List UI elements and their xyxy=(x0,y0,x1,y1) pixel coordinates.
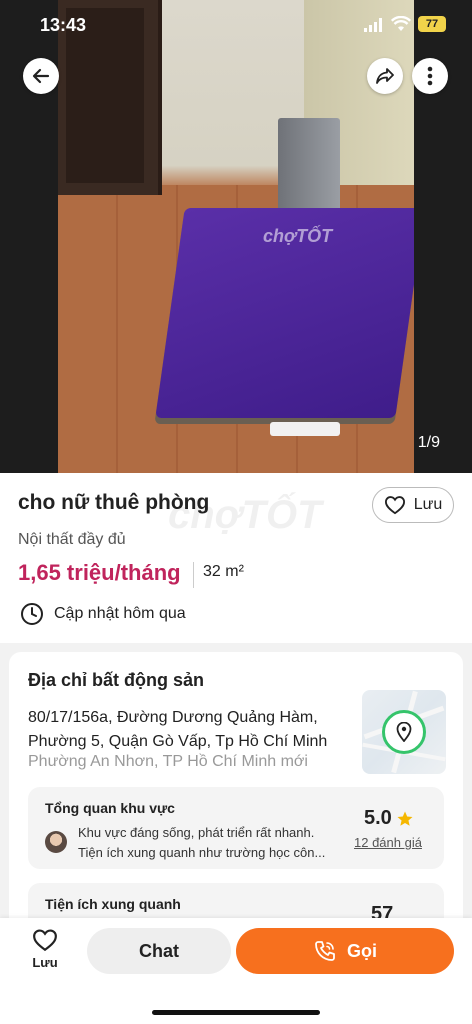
rating-count-link[interactable]: 12 đánh giá xyxy=(354,835,422,850)
room-photo: chợTỐT xyxy=(58,0,414,473)
status-bar: 13:43 77 xyxy=(0,0,472,50)
arrow-left-icon xyxy=(32,68,50,84)
bottom-action-bar: Lưu Chat Gọi xyxy=(0,918,472,1024)
photo-watermark: chợTỐT xyxy=(263,226,333,246)
call-button[interactable]: Gọi xyxy=(236,928,454,974)
more-vertical-icon xyxy=(427,66,433,86)
share-button[interactable] xyxy=(367,58,403,94)
rating-value: 5.0 xyxy=(364,807,392,829)
bottom-save-label: Lưu xyxy=(32,955,58,970)
battery-indicator: 77 xyxy=(418,16,446,32)
status-time: 13:43 xyxy=(40,15,87,35)
listing-title: cho nữ thuê phòng xyxy=(18,491,210,514)
save-listing-button[interactable]: Lưu xyxy=(372,487,454,523)
call-label: Gọi xyxy=(347,940,377,961)
back-button[interactable] xyxy=(23,58,59,94)
updated-text: Cập nhật hôm qua xyxy=(54,605,186,622)
updated-row: Cập nhật hôm qua xyxy=(20,602,186,626)
new-address-text: Phường An Nhơn, TP Hồ Chí Minh mới xyxy=(28,753,308,770)
clock-icon xyxy=(21,603,43,625)
listing-area: 32 m² xyxy=(203,563,244,580)
listing-info: chợTỐT cho nữ thuê phòng Lưu Nội thất đầ… xyxy=(0,473,472,643)
more-options-button[interactable] xyxy=(412,58,448,94)
area-overview-card[interactable]: Tổng quan khu vực Khu vực đáng sống, phá… xyxy=(28,787,444,869)
address-card: Địa chỉ bất động sản 80/17/156a, Đường D… xyxy=(9,652,463,963)
listing-subtitle: Nội thất đầy đủ xyxy=(18,531,126,548)
home-indicator xyxy=(152,1010,320,1015)
signal-icon xyxy=(364,18,382,32)
fridge xyxy=(278,118,340,218)
listing-page: chợTỐT 1/9 13:43 77 chợTỐT cho nữ thuê p… xyxy=(0,0,472,1024)
save-label: Lưu xyxy=(413,496,443,513)
heart-icon xyxy=(33,929,57,952)
star-icon xyxy=(397,811,413,826)
phone-icon xyxy=(315,941,335,961)
share-arrow-icon xyxy=(376,68,394,84)
listing-price: 1,65 triệu/tháng xyxy=(18,560,181,585)
heart-icon xyxy=(384,496,405,515)
address-text: 80/17/156a, Đường Dương Quảng Hàm, Phườn… xyxy=(28,709,328,750)
photo-counter: 1/9 xyxy=(417,434,440,451)
avatar xyxy=(45,831,67,853)
area-rating: 5.0 xyxy=(364,807,414,830)
nearby-title: Tiện ích xung quanh xyxy=(45,896,181,912)
map-pin-icon xyxy=(396,722,412,742)
review-snippet: Khu vực đáng sống, phát triển rất nhanh.… xyxy=(78,825,326,860)
wifi-icon xyxy=(391,16,411,31)
chat-button[interactable]: Chat xyxy=(87,928,231,974)
address-card-title: Địa chỉ bất động sản xyxy=(28,670,205,690)
map-thumbnail[interactable] xyxy=(362,690,446,774)
area-overview-title: Tổng quan khu vực xyxy=(45,800,175,816)
chat-label: Chat xyxy=(139,940,179,961)
bottom-save-button[interactable]: Lưu xyxy=(22,928,68,970)
